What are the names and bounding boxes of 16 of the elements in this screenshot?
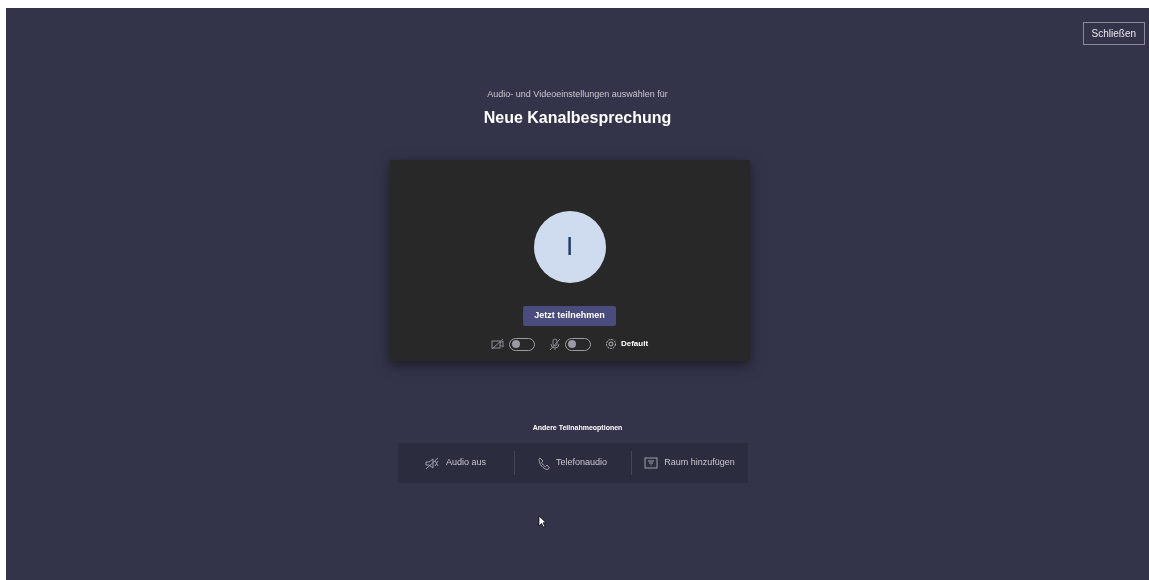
- speaker-off-icon: [425, 456, 440, 470]
- camera-off-icon: [490, 338, 505, 350]
- close-button[interactable]: Schließen: [1082, 22, 1145, 45]
- room-display-icon: [644, 457, 659, 469]
- join-option-button[interactable]: Raum hinzufügen: [644, 456, 735, 470]
- settings-icon[interactable]: [604, 338, 617, 350]
- microphone-off-icon: [548, 337, 561, 351]
- join-option-button[interactable]: Audio aus: [425, 456, 486, 470]
- meeting-title: Neue Kanalbesprechung: [483, 107, 672, 128]
- avatar: I: [533, 210, 606, 283]
- join-option-button[interactable]: Telefonaudio: [537, 456, 607, 470]
- mouse-cursor-icon: [538, 515, 547, 528]
- phone-icon: [537, 456, 550, 470]
- join-button[interactable]: Jetzt teilnehmen: [523, 305, 616, 326]
- device-settings-label[interactable]: Default: [620, 338, 649, 350]
- subtitle: Audio- und Videoeinstellungen auswählen für: [487, 88, 668, 101]
